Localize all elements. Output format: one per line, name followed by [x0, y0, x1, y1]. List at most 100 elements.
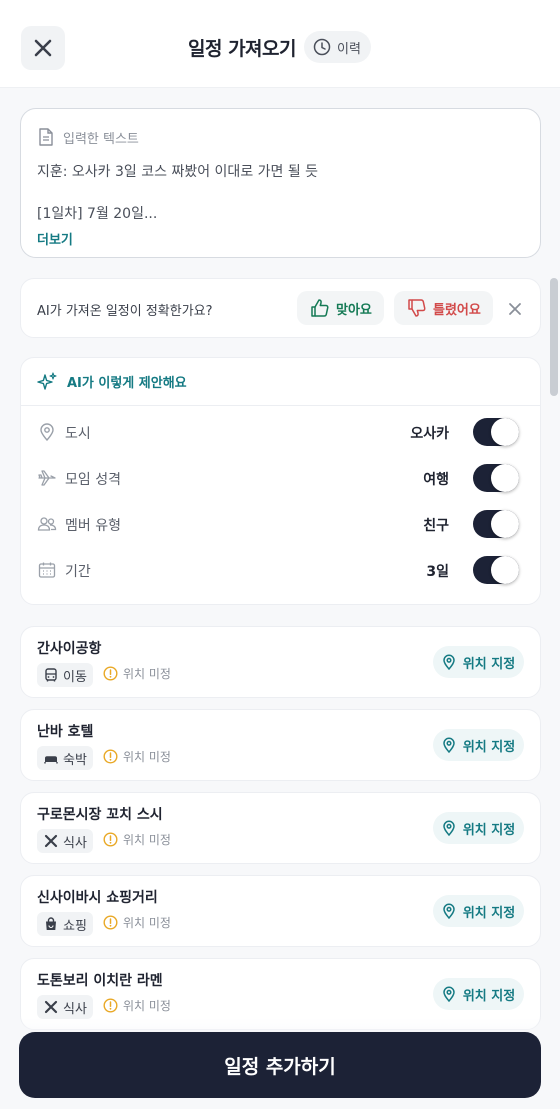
utensils-icon: [44, 1000, 58, 1014]
bed-icon: [44, 756, 58, 764]
pin-icon: [443, 903, 455, 919]
place-card: 간사이공항 이동 위치 미정 위치 지정: [20, 626, 541, 698]
ai-suggestion-header: AI가 이렇게 제안해요: [21, 358, 540, 406]
category-chip: 식사: [37, 829, 93, 853]
location-status-label: 위치 미정: [123, 999, 171, 1013]
feedback-yes-button[interactable]: 맞아요: [297, 291, 384, 325]
pin-icon: [40, 423, 54, 442]
category-label: 이동: [63, 669, 87, 685]
set-location-button[interactable]: 위치 지정: [433, 978, 524, 1010]
input-text-line: 지훈: 오사카 3일 코스 짜봤어 이대로 가면 될 듯: [37, 164, 319, 180]
suggestion-value: 여행: [423, 472, 449, 488]
bus-icon: [45, 668, 57, 682]
category-label: 식사: [63, 835, 87, 851]
toggle-knob: [491, 556, 519, 584]
suggestion-value: 3일: [426, 564, 449, 580]
clock-icon: [313, 38, 331, 56]
shopping-bag-icon: [46, 917, 56, 930]
feedback-no-button[interactable]: 틀렸어요: [394, 291, 493, 325]
category-label: 숙박: [63, 752, 87, 768]
place-name: 간사이공항: [37, 641, 102, 657]
input-text-card: 입력한 텍스트 지훈: 오사카 3일 코스 짜봤어 이대로 가면 될 듯 [1일…: [20, 108, 541, 258]
header: 일정 가져오기 이력: [0, 0, 560, 88]
set-location-label: 위치 지정: [462, 988, 516, 1004]
feedback-no-label: 틀렸어요: [433, 302, 481, 318]
category-chip: 식사: [37, 995, 93, 1019]
category-chip: 쇼핑: [37, 912, 93, 936]
set-location-button[interactable]: 위치 지정: [433, 895, 524, 927]
suggestion-value: 친구: [423, 518, 449, 534]
input-text-heading: 입력한 텍스트: [37, 127, 524, 147]
suggestion-label: 기간: [65, 564, 91, 580]
warning-icon: [103, 832, 118, 847]
close-button[interactable]: [21, 26, 65, 70]
warning-icon: [103, 915, 118, 930]
warning-icon: [103, 749, 118, 764]
thumbs-up-icon: [311, 299, 329, 317]
suggestion-row-purpose: 모임 성격 여행: [21, 455, 540, 501]
history-button[interactable]: 이력: [304, 31, 371, 63]
more-link[interactable]: 더보기: [37, 229, 524, 248]
pin-icon: [443, 820, 455, 836]
place-name: 구로몬시장 꼬치 스시: [37, 807, 163, 823]
location-status-label: 위치 미정: [123, 916, 171, 930]
category-chip: 이동: [37, 663, 93, 687]
place-card: 구로몬시장 꼬치 스시 식사 위치 미정 위치 지정: [20, 792, 541, 864]
scrollbar-thumb[interactable]: [550, 278, 558, 396]
pin-icon: [443, 654, 455, 670]
feedback-question: AI가 가져온 일정이 정확한가요?: [37, 304, 213, 319]
place-card: 난바 호텔 숙박 위치 미정 위치 지정: [20, 709, 541, 781]
suggestion-row-city: 도시 오사카: [21, 409, 540, 455]
thumbs-down-icon: [408, 299, 426, 317]
pin-icon: [443, 737, 455, 753]
place-name: 신사이바시 쇼핑거리: [37, 890, 158, 906]
calendar-icon: [38, 562, 56, 578]
member-type-toggle[interactable]: [473, 510, 519, 538]
location-status-label: 위치 미정: [123, 750, 171, 764]
suggestion-value: 오사카: [410, 426, 449, 442]
utensils-icon: [44, 834, 58, 848]
suggestion-row-member-type: 멤버 유형 친구: [21, 501, 540, 547]
toggle-knob: [491, 510, 519, 538]
set-location-label: 위치 지정: [462, 822, 516, 838]
set-location-button[interactable]: 위치 지정: [433, 812, 524, 844]
purpose-toggle[interactable]: [473, 464, 519, 492]
duration-toggle[interactable]: [473, 556, 519, 584]
plane-icon: [38, 470, 56, 486]
close-icon: [34, 39, 52, 57]
warning-icon: [103, 666, 118, 681]
set-location-label: 위치 지정: [462, 739, 516, 755]
location-status: 위치 미정: [103, 665, 171, 682]
close-icon: [509, 303, 521, 315]
suggestion-row-duration: 기간 3일: [21, 547, 540, 593]
toggle-knob: [491, 464, 519, 492]
location-status-label: 위치 미정: [123, 833, 171, 847]
feedback-close-button[interactable]: [505, 299, 525, 319]
set-location-button[interactable]: 위치 지정: [433, 646, 524, 678]
input-text-line: [1일차] 7월 20일...: [37, 206, 158, 222]
location-status: 위치 미정: [103, 997, 171, 1014]
add-schedule-button[interactable]: 일정 추가하기: [19, 1032, 541, 1098]
input-text-heading-label: 입력한 텍스트: [63, 131, 139, 147]
feedback-yes-label: 맞아요: [336, 302, 372, 318]
city-toggle[interactable]: [473, 418, 519, 446]
accuracy-feedback: AI가 가져온 일정이 정확한가요? 맞아요 틀렸어요: [20, 278, 541, 338]
set-location-label: 위치 지정: [462, 656, 516, 672]
suggestion-label: 도시: [65, 426, 91, 442]
people-icon: [37, 517, 57, 531]
pin-icon: [443, 986, 455, 1002]
document-icon: [39, 128, 53, 146]
place-name: 도톤보리 이치란 라멘: [37, 973, 163, 989]
set-location-button[interactable]: 위치 지정: [433, 729, 524, 761]
category-chip: 숙박: [37, 746, 93, 770]
location-status: 위치 미정: [103, 831, 171, 848]
location-status: 위치 미정: [103, 748, 171, 765]
suggestion-label: 모임 성격: [65, 472, 121, 488]
warning-icon: [103, 998, 118, 1013]
location-status-label: 위치 미정: [123, 667, 171, 681]
place-card: 신사이바시 쇼핑거리 쇼핑 위치 미정 위치 지정: [20, 875, 541, 947]
ai-suggestion-card: AI가 이렇게 제안해요 도시 오사카 모임 성격 여행 멤버 유형 친구 기간…: [20, 357, 541, 605]
toggle-knob: [491, 418, 519, 446]
place-name: 난바 호텔: [37, 724, 94, 740]
set-location-label: 위치 지정: [462, 905, 516, 921]
